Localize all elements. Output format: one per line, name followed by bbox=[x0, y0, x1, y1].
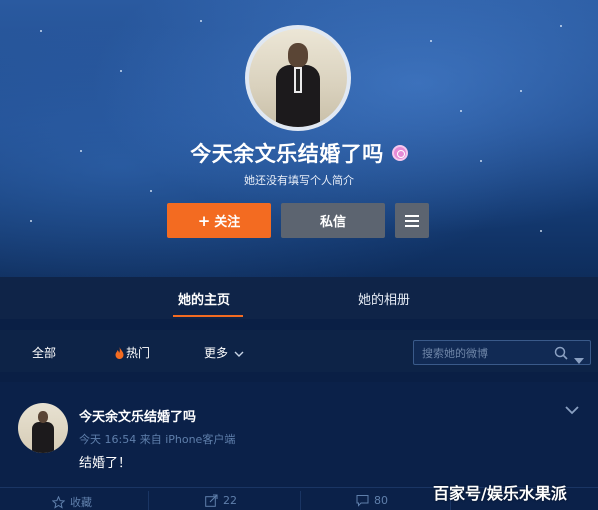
tab-album[interactable]: 她的相册 bbox=[358, 289, 410, 308]
forward-icon bbox=[205, 494, 218, 507]
filter-all[interactable]: 全部 bbox=[32, 344, 56, 361]
filter-hot[interactable]: 热门 bbox=[115, 344, 150, 361]
divider bbox=[300, 491, 301, 510]
post-avatar[interactable] bbox=[18, 403, 68, 453]
forward-count: 22 bbox=[223, 494, 237, 507]
filter-hot-label: 热门 bbox=[126, 346, 151, 360]
more-menu-button[interactable] bbox=[395, 203, 429, 238]
feed-filter-bar: 全部 热门 更多 bbox=[0, 330, 598, 372]
active-tab-indicator bbox=[173, 315, 243, 317]
message-label: 私信 bbox=[319, 215, 346, 230]
watermark: 百家号/娱乐水果派 bbox=[433, 484, 567, 503]
profile-bio: 她还没有填写个人简介 bbox=[244, 174, 354, 187]
chevron-down-icon bbox=[234, 346, 244, 360]
comment-icon bbox=[356, 495, 369, 507]
plus-icon: + bbox=[197, 211, 211, 230]
profile-tabs: 她的主页 她的相册 bbox=[0, 277, 598, 319]
forward-button[interactable]: 22 bbox=[205, 494, 237, 507]
comment-button[interactable]: 80 bbox=[356, 494, 388, 507]
profile-name: 今天余文乐结婚了吗 bbox=[190, 142, 384, 166]
star-icon bbox=[52, 495, 65, 509]
follow-button[interactable]: + 关注 bbox=[167, 203, 271, 238]
fire-icon bbox=[115, 346, 124, 359]
search-icon[interactable] bbox=[554, 345, 568, 364]
post-author[interactable]: 今天余文乐结婚了吗 bbox=[79, 406, 196, 425]
post-meta: 今天 16:54 来自 iPhone客户端 bbox=[79, 433, 236, 446]
message-button[interactable]: 私信 bbox=[281, 203, 385, 238]
caret-down-icon[interactable] bbox=[574, 349, 584, 368]
tab-home[interactable]: 她的主页 bbox=[178, 289, 230, 308]
chevron-down-icon[interactable] bbox=[565, 400, 579, 419]
menu-icon bbox=[405, 214, 419, 217]
profile-avatar[interactable] bbox=[245, 25, 351, 131]
favorite-button[interactable]: 收藏 bbox=[52, 494, 92, 510]
divider bbox=[148, 491, 149, 510]
search-field[interactable] bbox=[413, 340, 591, 365]
badge-icon[interactable] bbox=[391, 145, 408, 161]
comment-count: 80 bbox=[374, 494, 388, 507]
post-text: 结婚了！ bbox=[79, 456, 132, 471]
profile-name-row: 今天余文乐结婚了吗 bbox=[0, 138, 598, 168]
filter-more-label: 更多 bbox=[204, 346, 229, 360]
favorite-label: 收藏 bbox=[70, 496, 92, 509]
search-input[interactable] bbox=[422, 345, 552, 361]
filter-more[interactable]: 更多 bbox=[204, 344, 244, 361]
follow-label: 关注 bbox=[214, 215, 241, 230]
